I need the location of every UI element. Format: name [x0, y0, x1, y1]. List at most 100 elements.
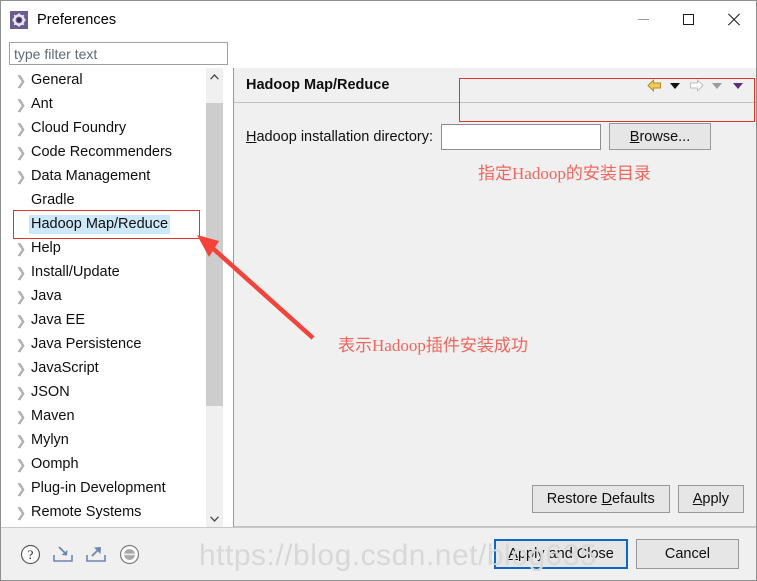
chevron-right-icon[interactable]: ❯: [13, 146, 29, 159]
back-arrow-icon[interactable]: [644, 76, 664, 96]
sidebar-item-label: General: [31, 71, 83, 88]
navigation-icons: [644, 68, 748, 103]
sidebar-item-remote-systems[interactable]: ❯ Remote Systems: [1, 500, 212, 524]
chevron-right-icon[interactable]: ❯: [13, 290, 29, 303]
chevron-right-icon[interactable]: ❯: [13, 122, 29, 135]
restore-defaults-button[interactable]: Restore Defaults: [531, 485, 670, 513]
svg-text:?: ?: [27, 547, 33, 562]
preference-tree[interactable]: ❯ General ❯ Ant ❯ Cloud Foundry ❯ Code Recommen…: [1, 68, 212, 524]
sidebar-item-maven[interactable]: ❯ Maven: [1, 404, 212, 428]
sidebar-item-java[interactable]: ❯ Java: [1, 284, 212, 308]
close-button[interactable]: [711, 1, 756, 38]
chevron-right-icon[interactable]: ❯: [13, 314, 29, 327]
chevron-right-icon[interactable]: ❯: [13, 458, 29, 471]
detail-header: Hadoop Map/Reduce: [234, 68, 756, 103]
window-title: Preferences: [37, 11, 117, 28]
footer-icon-group: ?: [18, 542, 141, 566]
detail-action-buttons: Restore Defaults Apply: [531, 485, 744, 513]
help-icon[interactable]: ?: [18, 542, 42, 566]
sidebar-item-label: Ant: [31, 95, 53, 112]
chevron-right-icon[interactable]: ❯: [13, 242, 29, 255]
preference-detail-pane: Hadoop Map/Reduce Hadoop installation di…: [233, 68, 756, 527]
sidebar-item-mylyn[interactable]: ❯ Mylyn: [1, 428, 212, 452]
sidebar-item-label: Java EE: [31, 311, 85, 328]
hadoop-install-dir-row: Hadoop installation directory: Browse...: [246, 123, 712, 150]
back-dropdown-icon[interactable]: [665, 76, 685, 96]
sidebar-item-help[interactable]: ❯ Help: [1, 236, 212, 260]
chevron-down-icon: [733, 82, 743, 89]
gear-icon: [10, 10, 28, 29]
search-input[interactable]: [9, 42, 228, 65]
chevron-right-icon[interactable]: ❯: [13, 362, 29, 375]
filter-row: [1, 38, 756, 68]
sidebar-item-gradle[interactable]: ❯Gradle: [1, 188, 212, 212]
sidebar-item-plug-in-development[interactable]: ❯ Plug-in Development: [1, 476, 212, 500]
sidebar-item-install-update[interactable]: ❯ Install/Update: [1, 260, 212, 284]
sidebar-item-ant[interactable]: ❯ Ant: [1, 92, 212, 116]
dialog-body: ❯General❯Ant❯Cloud Foundry❯Code Recommen…: [1, 38, 756, 527]
page-title: Hadoop Map/Reduce: [246, 77, 390, 93]
sidebar-item-hadoop-map-reduce[interactable]: ❯Hadoop Map/Reduce: [1, 212, 212, 236]
view-menu-dropdown-icon[interactable]: [728, 76, 748, 96]
chevron-right-icon[interactable]: ❯: [13, 98, 29, 111]
sidebar-item-label: Gradle: [31, 191, 75, 208]
sidebar-item-javascript[interactable]: ❯ JavaScript: [1, 356, 212, 380]
chevron-right-icon[interactable]: ❯: [13, 266, 29, 279]
sidebar-item-label: Java Persistence: [31, 335, 142, 352]
minimize-button[interactable]: [621, 1, 666, 38]
chevron-right-icon[interactable]: ❯: [13, 338, 29, 351]
preference-tree-pane: ❯ General ❯ Ant ❯ Cloud Foundry ❯ Code Recommen…: [1, 68, 233, 527]
apply-button[interactable]: Apply: [677, 485, 744, 513]
scrollbar-thumb[interactable]: [206, 103, 223, 406]
chevron-down-icon: [712, 82, 722, 89]
sidebar-item-cloud-foundry[interactable]: ❯ Cloud Foundry: [1, 116, 212, 140]
chevron-right-icon[interactable]: ❯: [13, 434, 29, 447]
sidebar-item-java-ee[interactable]: ❯ Java EE: [1, 308, 212, 332]
oomph-record-icon[interactable]: [117, 542, 141, 566]
title-bar: Preferences: [1, 1, 756, 38]
chevron-up-icon[interactable]: [206, 68, 223, 85]
tree-vertical-scrollbar[interactable]: [206, 68, 223, 527]
forward-arrow-icon: [686, 76, 706, 96]
chevron-right-icon[interactable]: ❯: [13, 74, 29, 87]
chevron-down-icon[interactable]: [206, 510, 223, 527]
sidebar-item-code-recommenders[interactable]: ❯ Code Recommenders: [1, 140, 212, 164]
sidebar-item-label: Data Management: [31, 167, 151, 184]
sidebar-item-label: Code Recommenders: [31, 143, 173, 160]
maximize-icon: [683, 14, 694, 25]
window-controls: [621, 1, 756, 38]
chevron-down-icon: [670, 82, 680, 89]
browse-button[interactable]: Browse...: [609, 123, 712, 150]
sidebar-item-json[interactable]: ❯ JSON: [1, 380, 212, 404]
scrollbar-track[interactable]: [206, 85, 223, 510]
sidebar-item-label: Java: [31, 287, 62, 304]
sidebar-item-general[interactable]: ❯ General: [1, 68, 212, 92]
chevron-right-icon[interactable]: ❯: [13, 506, 29, 519]
sidebar-item-java-persistence[interactable]: ❯ Java Persistence: [1, 332, 212, 356]
close-icon: [727, 13, 740, 26]
sidebar-item-label: JavaScript: [31, 359, 99, 376]
cancel-button[interactable]: Cancel: [635, 539, 739, 569]
sidebar-item-label: Hadoop Map/Reduce: [29, 214, 171, 234]
dialog-footer: ? Apply and Close Cancel: [1, 527, 756, 580]
sidebar-item-label: Cloud Foundry: [31, 119, 127, 136]
sidebar-item-label: Install/Update: [31, 263, 120, 280]
chevron-right-icon[interactable]: ❯: [13, 170, 29, 183]
import-icon[interactable]: [51, 542, 75, 566]
panes: ❯ General ❯ Ant ❯ Cloud Foundry ❯ Code Recommen…: [1, 68, 756, 527]
hadoop-install-dir-input[interactable]: [441, 123, 602, 150]
apply-and-close-button[interactable]: Apply and Close: [494, 539, 628, 569]
chevron-right-icon[interactable]: ❯: [13, 482, 29, 495]
export-icon[interactable]: [84, 542, 108, 566]
sidebar-item-oomph[interactable]: ❯ Oomph: [1, 452, 212, 476]
sidebar-item-data-management[interactable]: ❯ Data Management: [1, 164, 212, 188]
maximize-button[interactable]: [666, 1, 711, 38]
sidebar-item-label: Maven: [31, 407, 75, 424]
detail-content: Hadoop installation directory: Browse...…: [234, 103, 756, 527]
chevron-right-icon[interactable]: ❯: [13, 410, 29, 423]
sidebar-item-label: Oomph: [31, 455, 79, 472]
preferences-window: Preferences ❯General❯Ant❯Cloud Foundry❯C…: [0, 0, 757, 581]
minimize-icon: [638, 19, 649, 20]
chevron-right-icon[interactable]: ❯: [13, 386, 29, 399]
footer-action-buttons: Apply and Close Cancel: [494, 539, 739, 569]
